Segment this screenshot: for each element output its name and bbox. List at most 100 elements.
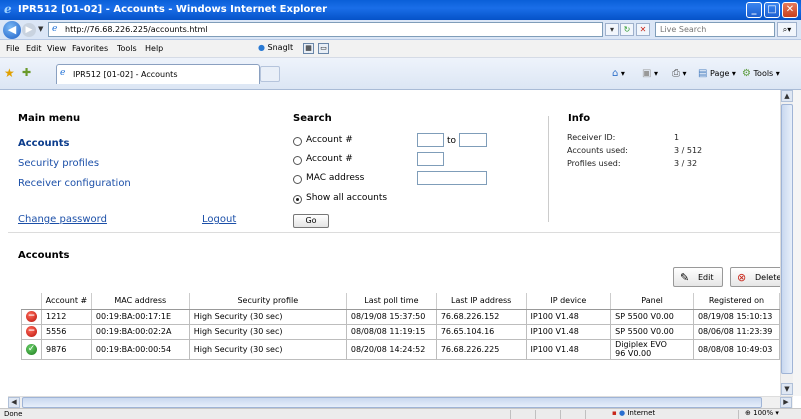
profiles-used-label: Profiles used: xyxy=(567,159,621,168)
mac-address-input[interactable] xyxy=(417,171,487,185)
menu-edit[interactable]: Edit xyxy=(26,44,42,53)
delete-icon: ⊗ xyxy=(737,271,747,284)
close-button[interactable]: ✕ xyxy=(782,2,798,18)
table-row[interactable]: − 1212 00:19:BA:00:17:1E High Security (… xyxy=(21,308,780,325)
zoom-control[interactable]: ⊕ 100% ▾ xyxy=(745,409,779,417)
column-header[interactable]: Last poll time xyxy=(346,293,437,310)
menu-bar: File Edit View Favorites Tools Help ● Sn… xyxy=(0,40,801,58)
column-header[interactable]: Security profile xyxy=(189,293,347,310)
radio-show-all[interactable] xyxy=(293,195,302,204)
column-header[interactable]: MAC address xyxy=(91,293,190,310)
history-dropdown-icon[interactable]: ▼ xyxy=(38,25,43,33)
horizontal-scroll-thumb[interactable] xyxy=(22,397,762,408)
capture-window-icon[interactable]: ▦ xyxy=(303,43,314,54)
security-zone[interactable]: ▪ ● Internet xyxy=(612,409,655,417)
radio-account-label: Account # xyxy=(306,154,353,164)
nav-receiver-configuration-link[interactable]: Receiver configuration xyxy=(18,178,131,189)
scroll-up-icon[interactable]: ▲ xyxy=(781,90,793,102)
logout-link[interactable]: Logout xyxy=(202,214,236,225)
radio-account[interactable] xyxy=(293,156,302,165)
account-cell: 5556 xyxy=(41,323,92,340)
scroll-left-icon[interactable]: ◀ xyxy=(8,397,20,408)
change-password-link[interactable]: Change password xyxy=(18,214,107,225)
menu-favorites[interactable]: Favorites xyxy=(72,44,108,53)
maximize-button[interactable]: □ xyxy=(764,2,780,18)
print-button[interactable]: ⎙ ▾ xyxy=(672,68,687,79)
account-range-to-input[interactable] xyxy=(459,133,487,147)
delete-button[interactable]: ⊗ Delete xyxy=(730,267,780,287)
url-field[interactable]: ℯ http://76.68.226.225/accounts.html xyxy=(48,22,603,37)
column-header[interactable]: Panel xyxy=(610,293,694,310)
capture-region-icon[interactable]: ▭ xyxy=(318,43,329,54)
tools-menu-label: Tools xyxy=(753,69,774,78)
back-button[interactable]: ◀ xyxy=(3,21,21,39)
menu-help[interactable]: Help xyxy=(145,44,163,53)
ip-cell: 76.68.226.152 xyxy=(435,308,527,325)
to-label: to xyxy=(447,136,457,146)
main-menu-heading: Main menu xyxy=(18,113,81,124)
url-text[interactable]: http://76.68.226.225/accounts.html xyxy=(65,25,208,34)
radio-mac[interactable] xyxy=(293,175,302,184)
stop-icon[interactable]: ✕ xyxy=(636,23,650,36)
panel-cell: SP 5500 V0.00 xyxy=(610,323,694,340)
new-tab-button[interactable] xyxy=(260,66,280,82)
status-separator xyxy=(510,410,511,419)
device-cell: IP100 V1.48 xyxy=(525,338,612,360)
search-input[interactable] xyxy=(656,23,774,36)
account-range-from-input[interactable] xyxy=(417,133,444,147)
tab-accounts[interactable]: ℯ IPR512 [01-02] - Accounts xyxy=(56,64,260,84)
search-icon[interactable]: ⌕▾ xyxy=(777,22,797,37)
horizontal-scrollbar[interactable]: ◀ ▶ xyxy=(8,396,793,408)
scroll-right-icon[interactable]: ▶ xyxy=(780,397,792,408)
page-menu-button[interactable]: ▤ Page ▾ xyxy=(698,68,736,79)
table-row[interactable]: − 5556 00:19:BA:00:02:2A High Security (… xyxy=(21,323,780,340)
profile-cell: High Security (30 sec) xyxy=(188,323,347,340)
accounts-table: Account # MAC address Security profile L… xyxy=(21,293,780,360)
vertical-scroll-thumb[interactable] xyxy=(781,104,793,374)
radio-account-range[interactable] xyxy=(293,137,302,146)
address-bar: ◀ ▶ ▼ ℯ http://76.68.226.225/accounts.ht… xyxy=(0,20,801,40)
menu-file[interactable]: File xyxy=(6,44,19,53)
forward-button[interactable]: ▶ xyxy=(22,23,36,37)
refresh-icon[interactable]: ↻ xyxy=(620,23,634,36)
column-header[interactable]: Last IP address xyxy=(436,293,527,310)
edit-icon: ✎ xyxy=(680,271,690,284)
home-icon: ⌂ xyxy=(612,68,619,79)
column-header[interactable]: Registered on xyxy=(693,293,780,310)
favorites-star-icon[interactable]: ★ xyxy=(4,66,15,80)
add-favorites-icon[interactable]: ✚ xyxy=(22,66,31,79)
snagit-button[interactable]: ● SnagIt xyxy=(258,43,293,52)
minimize-button[interactable]: _ xyxy=(746,2,762,18)
radio-mac-label: MAC address xyxy=(306,173,365,183)
live-search-box[interactable] xyxy=(655,22,775,37)
column-header[interactable]: IP device xyxy=(526,293,612,310)
nav-accounts-link[interactable]: Accounts xyxy=(18,138,69,149)
tools-menu-button[interactable]: ⚙ Tools ▾ xyxy=(742,68,780,79)
section-divider xyxy=(548,116,549,222)
info-heading: Info xyxy=(568,113,591,124)
nav-security-profiles-link[interactable]: Security profiles xyxy=(18,158,99,169)
panel-cell: Digiplex EVO 96 V0.00 xyxy=(610,338,694,360)
profile-cell: High Security (30 sec) xyxy=(188,338,347,360)
feeds-button[interactable]: ▣ ▾ xyxy=(642,68,658,79)
status-separator xyxy=(738,410,739,419)
edit-button[interactable]: ✎ Edit xyxy=(673,267,723,287)
page-menu-label: Page xyxy=(710,69,730,78)
panel-cell: SP 5500 V0.00 xyxy=(610,308,694,325)
menu-tools[interactable]: Tools xyxy=(117,44,137,53)
account-input[interactable] xyxy=(417,152,444,166)
status-cell: − xyxy=(21,308,42,325)
table-row[interactable]: ✓ 9876 00:19:BA:00:00:54 High Security (… xyxy=(21,338,780,360)
scroll-down-icon[interactable]: ▼ xyxy=(781,383,793,395)
column-header[interactable]: Account # xyxy=(41,293,92,310)
go-button[interactable]: Go xyxy=(293,214,329,228)
accounts-used-value: 3 / 512 xyxy=(674,146,703,155)
print-icon: ⎙ xyxy=(672,68,680,79)
status-cell: − xyxy=(21,323,42,340)
status-column-header xyxy=(21,293,42,310)
menu-view[interactable]: View xyxy=(47,44,66,53)
vertical-scrollbar[interactable]: ▲ ▼ xyxy=(780,90,793,396)
ie-icon: ℯ xyxy=(4,2,12,16)
url-dropdown-icon[interactable]: ▾ xyxy=(605,23,619,36)
home-button[interactable]: ⌂ ▾ xyxy=(612,68,625,79)
